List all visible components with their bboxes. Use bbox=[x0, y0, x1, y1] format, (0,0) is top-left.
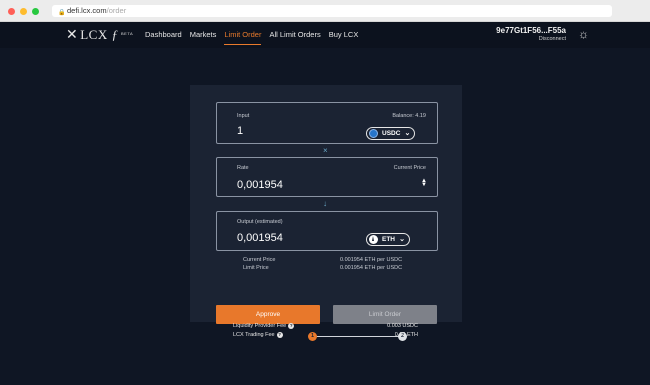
browser-window: 🔒 defi.lcx.com/order ✕ LCX ƒ BETA Dashboar… bbox=[0, 0, 650, 385]
rate-label: Rate bbox=[237, 165, 249, 171]
current-price-info-label: Current Price bbox=[243, 257, 276, 263]
help-icon[interactable]: ? bbox=[276, 332, 283, 338]
url-path: /order bbox=[106, 6, 127, 15]
rate-field[interactable]: 0,001954 bbox=[237, 179, 283, 191]
wallet-address: 9e77Gt1F56...F55a bbox=[496, 26, 566, 35]
current-price-label: Current Price bbox=[393, 165, 426, 171]
rate-box: Rate Current Price 0,001954 ▲ ▼ bbox=[216, 157, 438, 197]
address-bar[interactable]: 🔒 defi.lcx.com/order bbox=[52, 5, 612, 17]
current-price-info-value: 0.001954 ETH per USDC bbox=[340, 257, 403, 263]
minimize-window-button[interactable] bbox=[20, 8, 27, 15]
output-label: Output (estimated) bbox=[237, 219, 283, 225]
input-token-label: USDC bbox=[382, 130, 401, 137]
top-nav: ✕ LCX ƒ BETA Dashboard Markets Limit Orde… bbox=[0, 22, 650, 48]
input-token-select[interactable]: USDC ⌄ bbox=[366, 127, 416, 140]
nav-links: Dashboard Markets Limit Order All Limit … bbox=[145, 22, 366, 48]
balance-text: Balance: 4.19 bbox=[392, 113, 426, 119]
fees-section: Liquidity Provider Fee? 0.003 USDC LCX T… bbox=[233, 323, 418, 341]
lock-icon: 🔒 bbox=[58, 10, 66, 16]
liquidity-fee-value: 0.003 USDC bbox=[387, 323, 418, 329]
trading-fee-row: LCX Trading Fee? 0.02 ETH bbox=[233, 332, 418, 341]
order-panel: Input Balance: 4.19 1 USDC ⌄ × Rate Curr… bbox=[190, 85, 462, 341]
trading-fee-value: 0.02 ETH bbox=[394, 332, 418, 338]
wallet-info: 9e77Gt1F56...F55a Disconnect bbox=[496, 26, 566, 42]
url-host: defi.lcx.com bbox=[67, 6, 107, 15]
help-icon[interactable]: ? bbox=[288, 323, 295, 329]
eth-icon bbox=[369, 235, 378, 244]
nav-buy-lcx[interactable]: Buy LCX bbox=[329, 22, 359, 48]
nav-markets[interactable]: Markets bbox=[190, 22, 217, 48]
chevron-down-icon: ⌄ bbox=[399, 236, 405, 243]
output-box: Output (estimated) 0,001954 ETH ⌄ bbox=[216, 211, 438, 251]
theme-toggle-sun-icon[interactable]: ☼ bbox=[578, 28, 589, 40]
limit-order-button: Limit Order bbox=[333, 305, 437, 324]
lcx-logo[interactable]: ✕ LCX ƒ BETA bbox=[66, 27, 133, 43]
limit-price-info-label: Limit Price bbox=[243, 265, 269, 271]
input-box: Input Balance: 4.19 1 USDC ⌄ bbox=[216, 102, 438, 144]
logo-swirl-icon: ƒ bbox=[111, 27, 119, 42]
trading-fee-label: LCX Trading Fee bbox=[233, 332, 275, 338]
liquidity-fee-label: Liquidity Provider Fee bbox=[233, 323, 287, 329]
approve-button[interactable]: Approve bbox=[216, 305, 320, 324]
output-token-label: ETH bbox=[382, 236, 395, 243]
disconnect-link[interactable]: Disconnect bbox=[496, 36, 566, 42]
app-container: ✕ LCX ƒ BETA Dashboard Markets Limit Orde… bbox=[0, 22, 650, 385]
rate-stepper-icon[interactable]: ▲ ▼ bbox=[421, 178, 427, 188]
output-amount-field[interactable]: 0,001954 bbox=[237, 232, 283, 244]
output-token-select[interactable]: ETH ⌄ bbox=[366, 233, 410, 246]
usdc-icon bbox=[369, 129, 378, 138]
logo-text: LCX bbox=[80, 27, 108, 42]
browser-titlebar: 🔒 defi.lcx.com/order bbox=[0, 0, 650, 22]
chevron-down-icon: ⌄ bbox=[404, 130, 411, 137]
arrow-down-icon: ↓ bbox=[323, 199, 327, 208]
input-label: Input bbox=[237, 113, 250, 119]
input-amount-field[interactable]: 1 bbox=[237, 125, 243, 137]
close-window-button[interactable] bbox=[8, 8, 15, 15]
nav-limit-order[interactable]: Limit Order bbox=[224, 22, 262, 48]
nav-all-limit-orders[interactable]: All Limit Orders bbox=[269, 22, 320, 48]
nav-dashboard[interactable]: Dashboard bbox=[145, 22, 182, 48]
beta-badge: BETA bbox=[121, 31, 134, 36]
liquidity-fee-row: Liquidity Provider Fee? 0.003 USDC bbox=[233, 323, 418, 332]
maximize-window-button[interactable] bbox=[32, 8, 39, 15]
multiply-icon: × bbox=[323, 146, 328, 155]
lcx-logo-icon: ✕ bbox=[66, 27, 79, 43]
limit-price-info-value: 0.001954 ETH per USDC bbox=[340, 265, 403, 271]
